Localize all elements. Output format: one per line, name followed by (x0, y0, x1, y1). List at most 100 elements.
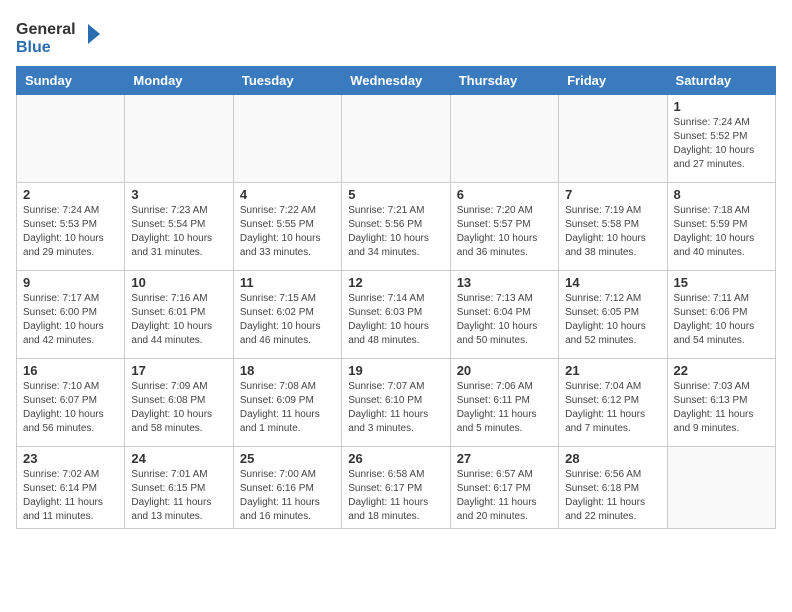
day-cell: 18 Sunrise: 7:08 AM Sunset: 6:09 PM Dayli… (233, 359, 341, 447)
day-number: 28 (565, 451, 660, 466)
day-cell: 9Sunrise: 7:17 AM Sunset: 6:00 PM Daylig… (17, 271, 125, 359)
day-info: Sunrise: 7:13 AM Sunset: 6:04 PM Dayligh… (457, 292, 552, 348)
day-cell (125, 95, 233, 183)
day-info: Sunrise: 7:07 AM Sunset: 6:10 PM Dayligh… (348, 380, 443, 436)
day-number: 1 (674, 99, 769, 114)
day-info: Sunrise: 7:02 AM Sunset: 6:14 PM Dayligh… (23, 468, 118, 524)
day-info: Sunrise: 7:12 AM Sunset: 6:05 PM Dayligh… (565, 292, 660, 348)
day-info: Sunrise: 7:19 AM Sunset: 5:58 PM Dayligh… (565, 204, 660, 260)
day-cell: 3Sunrise: 7:23 AM Sunset: 5:54 PM Daylig… (125, 183, 233, 271)
day-info: Sunrise: 6:58 AM Sunset: 6:17 PM Dayligh… (348, 468, 443, 524)
svg-text:General: General (16, 21, 76, 38)
week-row-3: 9Sunrise: 7:17 AM Sunset: 6:00 PM Daylig… (17, 271, 776, 359)
weekday-header-thursday: Thursday (450, 67, 558, 95)
day-cell (233, 95, 341, 183)
day-cell: 20 Sunrise: 7:06 AM Sunset: 6:11 PM Dayli… (450, 359, 558, 447)
weekday-header-tuesday: Tuesday (233, 67, 341, 95)
day-number: 23 (23, 451, 118, 466)
weekday-header-row: SundayMondayTuesdayWednesdayThursdayFrid… (17, 67, 776, 95)
page-header: GeneralBlue (16, 16, 776, 56)
day-number: 26 (348, 451, 443, 466)
day-cell: 19Sunrise: 7:07 AM Sunset: 6:10 PM Dayli… (342, 359, 450, 447)
day-info: Sunrise: 7:22 AM Sunset: 5:55 PM Dayligh… (240, 204, 335, 260)
weekday-header-friday: Friday (559, 67, 667, 95)
svg-text:Blue: Blue (16, 39, 51, 56)
day-cell: 15Sunrise: 7:11 AM Sunset: 6:06 PM Dayli… (667, 271, 775, 359)
day-number: 27 (457, 451, 552, 466)
day-number: 18 (240, 363, 335, 378)
day-number: 4 (240, 187, 335, 202)
day-cell: 16 Sunrise: 7:10 AM Sunset: 6:07 PM Dayli… (17, 359, 125, 447)
day-cell: 4 Sunrise: 7:22 AM Sunset: 5:55 PM Daylig… (233, 183, 341, 271)
day-info: Sunrise: 7:09 AM Sunset: 6:08 PM Dayligh… (131, 380, 226, 436)
day-info: Sunrise: 7:08 AM Sunset: 6:09 PM Dayligh… (240, 380, 335, 436)
day-cell: 5 Sunrise: 7:21 AM Sunset: 5:56 PM Daylig… (342, 183, 450, 271)
day-info: Sunrise: 7:10 AM Sunset: 6:07 PM Dayligh… (23, 380, 118, 436)
day-cell: 6 Sunrise: 7:20 AM Sunset: 5:57 PM Daylig… (450, 183, 558, 271)
day-number: 13 (457, 275, 552, 290)
day-cell (450, 95, 558, 183)
day-info: Sunrise: 6:56 AM Sunset: 6:18 PM Dayligh… (565, 468, 660, 524)
day-info: Sunrise: 7:21 AM Sunset: 5:56 PM Dayligh… (348, 204, 443, 260)
day-number: 17 (131, 363, 226, 378)
day-cell: 14 Sunrise: 7:12 AM Sunset: 6:05 PM Dayli… (559, 271, 667, 359)
day-cell: 27 Sunrise: 6:57 AM Sunset: 6:17 PM Dayli… (450, 447, 558, 529)
day-cell: 1 Sunrise: 7:24 AM Sunset: 5:52 PM Daylig… (667, 95, 775, 183)
day-info: Sunrise: 6:57 AM Sunset: 6:17 PM Dayligh… (457, 468, 552, 524)
day-info: Sunrise: 7:20 AM Sunset: 5:57 PM Dayligh… (457, 204, 552, 260)
day-number: 8 (674, 187, 769, 202)
day-info: Sunrise: 7:00 AM Sunset: 6:16 PM Dayligh… (240, 468, 335, 524)
day-cell: 21 Sunrise: 7:04 AM Sunset: 6:12 PM Dayli… (559, 359, 667, 447)
day-cell: 17 Sunrise: 7:09 AM Sunset: 6:08 PM Dayli… (125, 359, 233, 447)
day-info: Sunrise: 7:18 AM Sunset: 5:59 PM Dayligh… (674, 204, 769, 260)
day-cell (667, 447, 775, 529)
day-number: 5 (348, 187, 443, 202)
day-info: Sunrise: 7:14 AM Sunset: 6:03 PM Dayligh… (348, 292, 443, 348)
day-number: 21 (565, 363, 660, 378)
day-number: 10 (131, 275, 226, 290)
day-number: 25 (240, 451, 335, 466)
day-cell: 8 Sunrise: 7:18 AM Sunset: 5:59 PM Daylig… (667, 183, 775, 271)
weekday-header-sunday: Sunday (17, 67, 125, 95)
day-info: Sunrise: 7:15 AM Sunset: 6:02 PM Dayligh… (240, 292, 335, 348)
day-cell: 28 Sunrise: 6:56 AM Sunset: 6:18 PM Dayli… (559, 447, 667, 529)
day-info: Sunrise: 7:01 AM Sunset: 6:15 PM Dayligh… (131, 468, 226, 524)
day-number: 2 (23, 187, 118, 202)
day-cell: 26 Sunrise: 6:58 AM Sunset: 6:17 PM Dayli… (342, 447, 450, 529)
day-cell: 23 Sunrise: 7:02 AM Sunset: 6:14 PM Dayli… (17, 447, 125, 529)
day-info: Sunrise: 7:03 AM Sunset: 6:13 PM Dayligh… (674, 380, 769, 436)
day-info: Sunrise: 7:04 AM Sunset: 6:12 PM Dayligh… (565, 380, 660, 436)
day-number: 24 (131, 451, 226, 466)
day-cell: 2Sunrise: 7:24 AM Sunset: 5:53 PM Daylig… (17, 183, 125, 271)
day-number: 7 (565, 187, 660, 202)
day-number: 12 (348, 275, 443, 290)
day-cell (342, 95, 450, 183)
calendar-table: SundayMondayTuesdayWednesdayThursdayFrid… (16, 66, 776, 529)
day-cell: 24 Sunrise: 7:01 AM Sunset: 6:15 PM Dayli… (125, 447, 233, 529)
day-cell (17, 95, 125, 183)
week-row-2: 2Sunrise: 7:24 AM Sunset: 5:53 PM Daylig… (17, 183, 776, 271)
day-cell: 10 Sunrise: 7:16 AM Sunset: 6:01 PM Dayli… (125, 271, 233, 359)
day-cell (559, 95, 667, 183)
day-cell: 22 Sunrise: 7:03 AM Sunset: 6:13 PM Dayli… (667, 359, 775, 447)
day-info: Sunrise: 7:16 AM Sunset: 6:01 PM Dayligh… (131, 292, 226, 348)
day-cell: 25 Sunrise: 7:00 AM Sunset: 6:16 PM Dayli… (233, 447, 341, 529)
day-number: 6 (457, 187, 552, 202)
day-cell: 13 Sunrise: 7:13 AM Sunset: 6:04 PM Dayli… (450, 271, 558, 359)
day-number: 11 (240, 275, 335, 290)
weekday-header-monday: Monday (125, 67, 233, 95)
day-number: 14 (565, 275, 660, 290)
day-info: Sunrise: 7:06 AM Sunset: 6:11 PM Dayligh… (457, 380, 552, 436)
day-number: 15 (674, 275, 769, 290)
day-info: Sunrise: 7:23 AM Sunset: 5:54 PM Dayligh… (131, 204, 226, 260)
weekday-header-wednesday: Wednesday (342, 67, 450, 95)
logo: GeneralBlue (16, 16, 106, 56)
day-number: 16 (23, 363, 118, 378)
day-info: Sunrise: 7:24 AM Sunset: 5:52 PM Dayligh… (674, 116, 769, 172)
week-row-4: 16 Sunrise: 7:10 AM Sunset: 6:07 PM Dayli… (17, 359, 776, 447)
day-info: Sunrise: 7:17 AM Sunset: 6:00 PM Dayligh… (23, 292, 118, 348)
day-number: 20 (457, 363, 552, 378)
day-number: 22 (674, 363, 769, 378)
week-row-5: 23 Sunrise: 7:02 AM Sunset: 6:14 PM Dayli… (17, 447, 776, 529)
day-cell: 12 Sunrise: 7:14 AM Sunset: 6:03 PM Dayli… (342, 271, 450, 359)
